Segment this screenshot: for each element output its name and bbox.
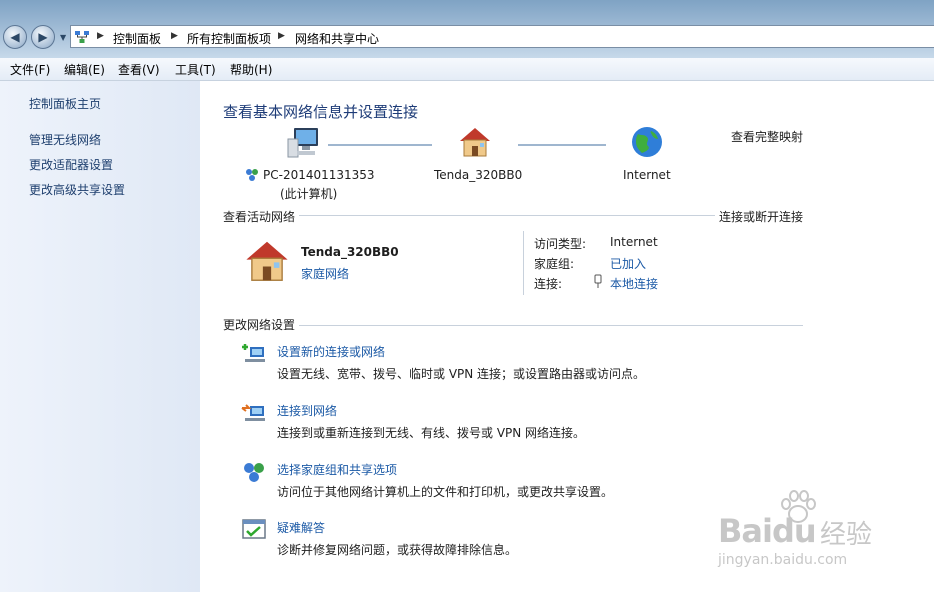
connection-line bbox=[328, 144, 432, 146]
vertical-divider bbox=[523, 231, 524, 295]
forward-arrow-icon: ▶ bbox=[38, 30, 48, 44]
address-bar[interactable]: ▶ 控制面板 ▶ 所有控制面板项 ▶ 网络和共享中心 bbox=[70, 25, 934, 48]
connect-network-icon bbox=[241, 404, 265, 421]
home-network-icon bbox=[246, 241, 288, 281]
homegroup-label: 家庭组: bbox=[534, 257, 575, 271]
section-divider bbox=[223, 325, 803, 326]
watermark-brand: Baidu bbox=[718, 512, 817, 550]
menu-edit[interactable]: 编辑(E) bbox=[64, 61, 105, 78]
menu-view[interactable]: 查看(V) bbox=[118, 61, 160, 78]
menu-help[interactable]: 帮助(H) bbox=[230, 61, 272, 78]
network-status-icon bbox=[246, 169, 258, 181]
task-troubleshoot-desc: 诊断并修复网络问题，或获得故障排除信息。 bbox=[277, 543, 518, 557]
task-homegroup-desc: 访问位于其他网络计算机上的文件和打印机，或更改共享设置。 bbox=[277, 485, 614, 499]
menu-tools[interactable]: 工具(T) bbox=[175, 61, 216, 78]
back-button[interactable]: ◀ bbox=[3, 25, 27, 49]
forward-button[interactable]: ▶ bbox=[31, 25, 55, 49]
troubleshoot-icon bbox=[242, 519, 266, 539]
recent-pages-dropdown[interactable]: ▼ bbox=[60, 33, 66, 42]
back-arrow-icon: ◀ bbox=[10, 30, 20, 44]
internet-globe-icon bbox=[632, 127, 662, 157]
breadcrumb-separator-icon[interactable]: ▶ bbox=[278, 31, 285, 41]
watermark-brand-cn: 经验 bbox=[820, 520, 873, 550]
home-network-icon bbox=[460, 128, 490, 157]
sidebar-item-advanced-sharing[interactable]: 更改高级共享设置 bbox=[29, 181, 125, 198]
connection-label: 连接: bbox=[534, 277, 563, 291]
computer-name: PC-201401131353 bbox=[263, 168, 375, 182]
task-connect-network-link[interactable]: 连接到网络 bbox=[277, 402, 337, 419]
task-connect-network-desc: 连接到或重新连接到无线、有线、拨号或 VPN 网络连接。 bbox=[277, 426, 586, 440]
homegroup-sharing-icon bbox=[244, 463, 264, 482]
ethernet-icon bbox=[594, 274, 602, 288]
sidebar: 控制面板主页 管理无线网络 更改适配器设置 更改高级共享设置 bbox=[0, 81, 200, 592]
task-new-connection-link[interactable]: 设置新的连接或网络 bbox=[277, 343, 385, 360]
router-name: Tenda_320BB0 bbox=[434, 168, 523, 182]
access-type-value: Internet bbox=[610, 235, 658, 249]
task-troubleshoot-link[interactable]: 疑难解答 bbox=[277, 519, 325, 536]
breadcrumb-control-panel[interactable]: 控制面板 bbox=[113, 30, 161, 47]
breadcrumb-network-center[interactable]: 网络和共享中心 bbox=[295, 30, 379, 47]
homegroup-link[interactable]: 已加入 bbox=[610, 255, 646, 272]
computer-icon bbox=[287, 128, 318, 158]
task-homegroup-link[interactable]: 选择家庭组和共享选项 bbox=[277, 461, 397, 478]
connection-line bbox=[518, 144, 606, 146]
breadcrumb-separator-icon[interactable]: ▶ bbox=[171, 31, 178, 41]
active-networks-title: 查看活动网络 bbox=[223, 208, 300, 225]
local-connection-link[interactable]: 本地连接 bbox=[610, 275, 658, 292]
window-titlebar: ◀ ▶ ▼ ▶ 控制面板 ▶ 所有控制面板项 ▶ 网络和共享中心 bbox=[0, 0, 934, 58]
task-new-connection-desc: 设置无线、宽带、拨号、临时或 VPN 连接；或设置路由器或访问点。 bbox=[277, 367, 646, 381]
sidebar-item-adapter-settings[interactable]: 更改适配器设置 bbox=[29, 156, 113, 173]
view-full-map-link[interactable]: 查看完整映射 bbox=[731, 128, 803, 145]
internet-label: Internet bbox=[623, 168, 671, 182]
breadcrumb-separator-icon[interactable]: ▶ bbox=[97, 31, 104, 41]
network-center-icon bbox=[75, 31, 89, 43]
baidu-watermark: Baidu 经验 jingyan.baidu.com bbox=[718, 490, 888, 580]
connect-disconnect-link[interactable]: 连接或断开连接 bbox=[715, 208, 804, 225]
watermark-url: jingyan.baidu.com bbox=[718, 552, 848, 568]
sidebar-item-manage-wireless[interactable]: 管理无线网络 bbox=[29, 131, 101, 148]
sidebar-control-panel-home[interactable]: 控制面板主页 bbox=[29, 95, 101, 112]
change-settings-title: 更改网络设置 bbox=[223, 316, 300, 333]
computer-subtitle: (此计算机) bbox=[280, 187, 338, 201]
navigation-buttons: ◀ ▶ ▼ bbox=[3, 24, 69, 52]
active-network-name: Tenda_320BB0 bbox=[301, 245, 399, 259]
menu-file[interactable]: 文件(F) bbox=[10, 61, 50, 78]
breadcrumb-all-items[interactable]: 所有控制面板项 bbox=[187, 30, 271, 47]
new-connection-icon bbox=[242, 344, 265, 362]
page-title: 查看基本网络信息并设置连接 bbox=[223, 103, 419, 121]
network-type-link[interactable]: 家庭网络 bbox=[301, 265, 349, 282]
menu-bar: 文件(F) 编辑(E) 查看(V) 工具(T) 帮助(H) bbox=[0, 58, 934, 81]
access-type-label: 访问类型: bbox=[534, 237, 587, 251]
